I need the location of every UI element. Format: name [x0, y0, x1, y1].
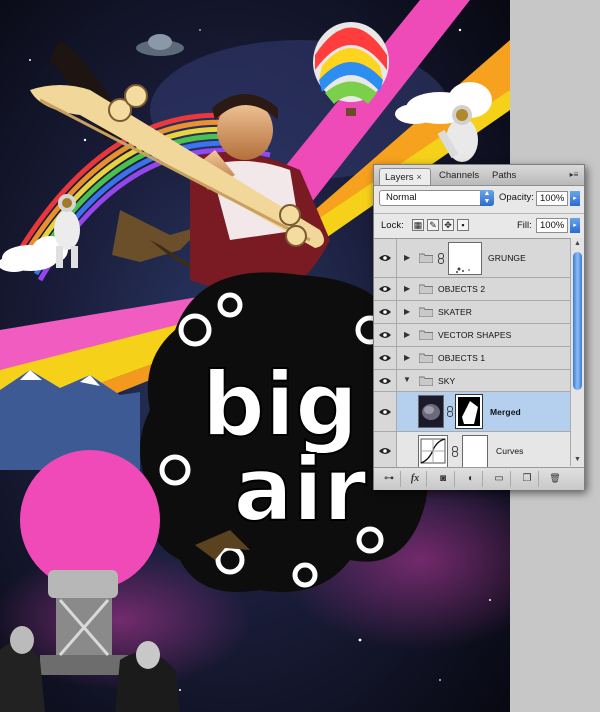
fill-slider-arrow-icon[interactable]: ▸: [570, 218, 580, 233]
folder-icon: [419, 307, 433, 317]
visibility-toggle[interactable]: [374, 324, 397, 346]
layer-row-objects-1[interactable]: ▶ OBJECTS 1: [374, 347, 570, 370]
layer-name: OBJECTS 2: [438, 284, 486, 294]
eye-icon[interactable]: [379, 308, 391, 316]
expand-triangle-icon[interactable]: ▶: [404, 284, 410, 293]
lock-transparency-icon[interactable]: ▦: [412, 219, 424, 231]
badge-word-air: air: [234, 438, 368, 541]
eye-icon[interactable]: [379, 408, 391, 416]
pink-circle: [20, 450, 160, 590]
layer-name: Curves: [496, 446, 524, 456]
eye-icon[interactable]: [379, 354, 391, 362]
visibility-toggle[interactable]: [374, 432, 397, 467]
layer-name: SKY: [438, 376, 456, 386]
blend-opacity-row: Normal ▲ ▼ Opacity: 100% ▸: [374, 186, 584, 212]
expand-triangle-icon[interactable]: ▶: [404, 253, 410, 262]
folder-icon: [419, 253, 433, 263]
trash-icon[interactable]: 🗑: [544, 471, 566, 487]
panel-bottom-toolbar: ⊶ fx ◙ ◐ ▭ ❐ 🗑: [374, 467, 584, 490]
layer-row-vector-shapes[interactable]: ▶ VECTOR SHAPES: [374, 324, 570, 347]
tab-paths-label: Paths: [492, 170, 517, 181]
layer-mask-thumbnail[interactable]: [462, 435, 488, 467]
updown-arrows-icon[interactable]: ▲ ▼: [480, 190, 494, 206]
lock-position-icon[interactable]: ✥: [442, 219, 454, 231]
layer-name: OBJECTS 1: [438, 353, 486, 363]
add-mask-icon[interactable]: ◙: [432, 471, 455, 487]
eye-icon[interactable]: [379, 331, 391, 339]
close-icon[interactable]: ×: [417, 172, 422, 182]
scroll-down-icon[interactable]: ▼: [571, 454, 584, 466]
lock-fill-row: Lock: ▦ ✎ ✥ ▪ Fill: 100% ▸: [374, 213, 584, 238]
visibility-toggle[interactable]: [374, 239, 397, 277]
layers-panel: Layers × Channels Paths ▸≡ Normal ▲ ▼ Opac…: [373, 164, 585, 490]
scroll-thumb[interactable]: [573, 252, 582, 390]
folder-icon: [419, 353, 433, 363]
fx-icon[interactable]: fx: [404, 471, 427, 487]
new-group-icon[interactable]: ▭: [488, 471, 511, 487]
layer-mask-thumbnail[interactable]: [455, 394, 483, 429]
visibility-toggle[interactable]: [374, 392, 397, 431]
tab-layers[interactable]: Layers ×: [379, 168, 431, 185]
layer-row-skater[interactable]: ▶ SKATER: [374, 301, 570, 324]
eye-icon[interactable]: [379, 254, 391, 262]
blend-mode-value: Normal: [386, 192, 417, 203]
expand-triangle-icon[interactable]: ▶: [404, 307, 410, 316]
adjustment-layer-icon[interactable]: ◐: [460, 471, 483, 487]
visibility-toggle[interactable]: [374, 301, 397, 323]
scroll-up-icon[interactable]: ▲: [571, 238, 584, 250]
eye-icon[interactable]: [379, 447, 391, 455]
layer-row-curves[interactable]: Curves: [374, 432, 570, 467]
opacity-label: Opacity:: [499, 192, 534, 203]
mask-link-icon[interactable]: [447, 406, 453, 417]
folder-icon: [419, 284, 433, 294]
panel-menu-icon[interactable]: ▸≡: [568, 170, 580, 180]
tab-channels-label: Channels: [439, 170, 480, 181]
new-layer-icon[interactable]: ❐: [516, 471, 539, 487]
blend-mode-select[interactable]: Normal ▲ ▼: [379, 190, 494, 206]
panel-tab-bar: Layers × Channels Paths ▸≡: [374, 165, 584, 186]
tab-layers-label: Layers: [385, 172, 414, 183]
eye-icon[interactable]: [379, 285, 391, 293]
expand-triangle-icon[interactable]: ▶: [404, 330, 410, 339]
layer-list-scrollbar[interactable]: ▲ ▼: [570, 238, 584, 466]
lock-label: Lock:: [381, 220, 404, 231]
curves-adjustment-icon[interactable]: [418, 435, 448, 467]
layer-thumbnail[interactable]: [418, 395, 444, 428]
expand-triangle-icon[interactable]: ▶: [404, 353, 410, 362]
layer-name: VECTOR SHAPES: [438, 330, 512, 340]
lock-pixels-icon[interactable]: ✎: [427, 219, 439, 231]
layer-mask-thumbnail[interactable]: [448, 242, 482, 275]
eye-icon[interactable]: [379, 377, 391, 385]
visibility-toggle[interactable]: [374, 370, 397, 391]
tab-paths[interactable]: Paths: [487, 168, 523, 185]
opacity-slider-arrow-icon[interactable]: ▸: [570, 191, 580, 206]
visibility-toggle[interactable]: [374, 278, 397, 300]
folder-icon: [419, 330, 433, 340]
layer-row-sky[interactable]: ▼ SKY: [374, 370, 570, 392]
layer-name: SKATER: [438, 307, 472, 317]
layer-row-grunge[interactable]: ▶ GRUNGE: [374, 239, 570, 278]
layer-name: GRUNGE: [488, 253, 526, 263]
layer-row-merged[interactable]: Merged: [374, 392, 570, 432]
visibility-toggle[interactable]: [374, 347, 397, 369]
mask-link-icon[interactable]: [438, 253, 444, 264]
tab-channels[interactable]: Channels: [434, 168, 484, 185]
link-layers-icon[interactable]: ⊶: [378, 471, 401, 487]
opacity-field[interactable]: 100%: [536, 191, 568, 206]
layer-list: ▶ GRUNGE ▶ OBJECTS 2 ▶ SKATER ▶ VECTOR S…: [374, 238, 570, 467]
collapse-triangle-icon[interactable]: ▼: [403, 375, 411, 384]
layer-name: Merged: [490, 407, 521, 417]
lock-all-icon[interactable]: ▪: [457, 219, 469, 231]
fill-field[interactable]: 100%: [536, 218, 568, 233]
mask-link-icon[interactable]: [452, 446, 458, 457]
folder-icon: [419, 376, 433, 386]
fill-label: Fill:: [517, 220, 532, 231]
layer-row-objects-2[interactable]: ▶ OBJECTS 2: [374, 278, 570, 301]
